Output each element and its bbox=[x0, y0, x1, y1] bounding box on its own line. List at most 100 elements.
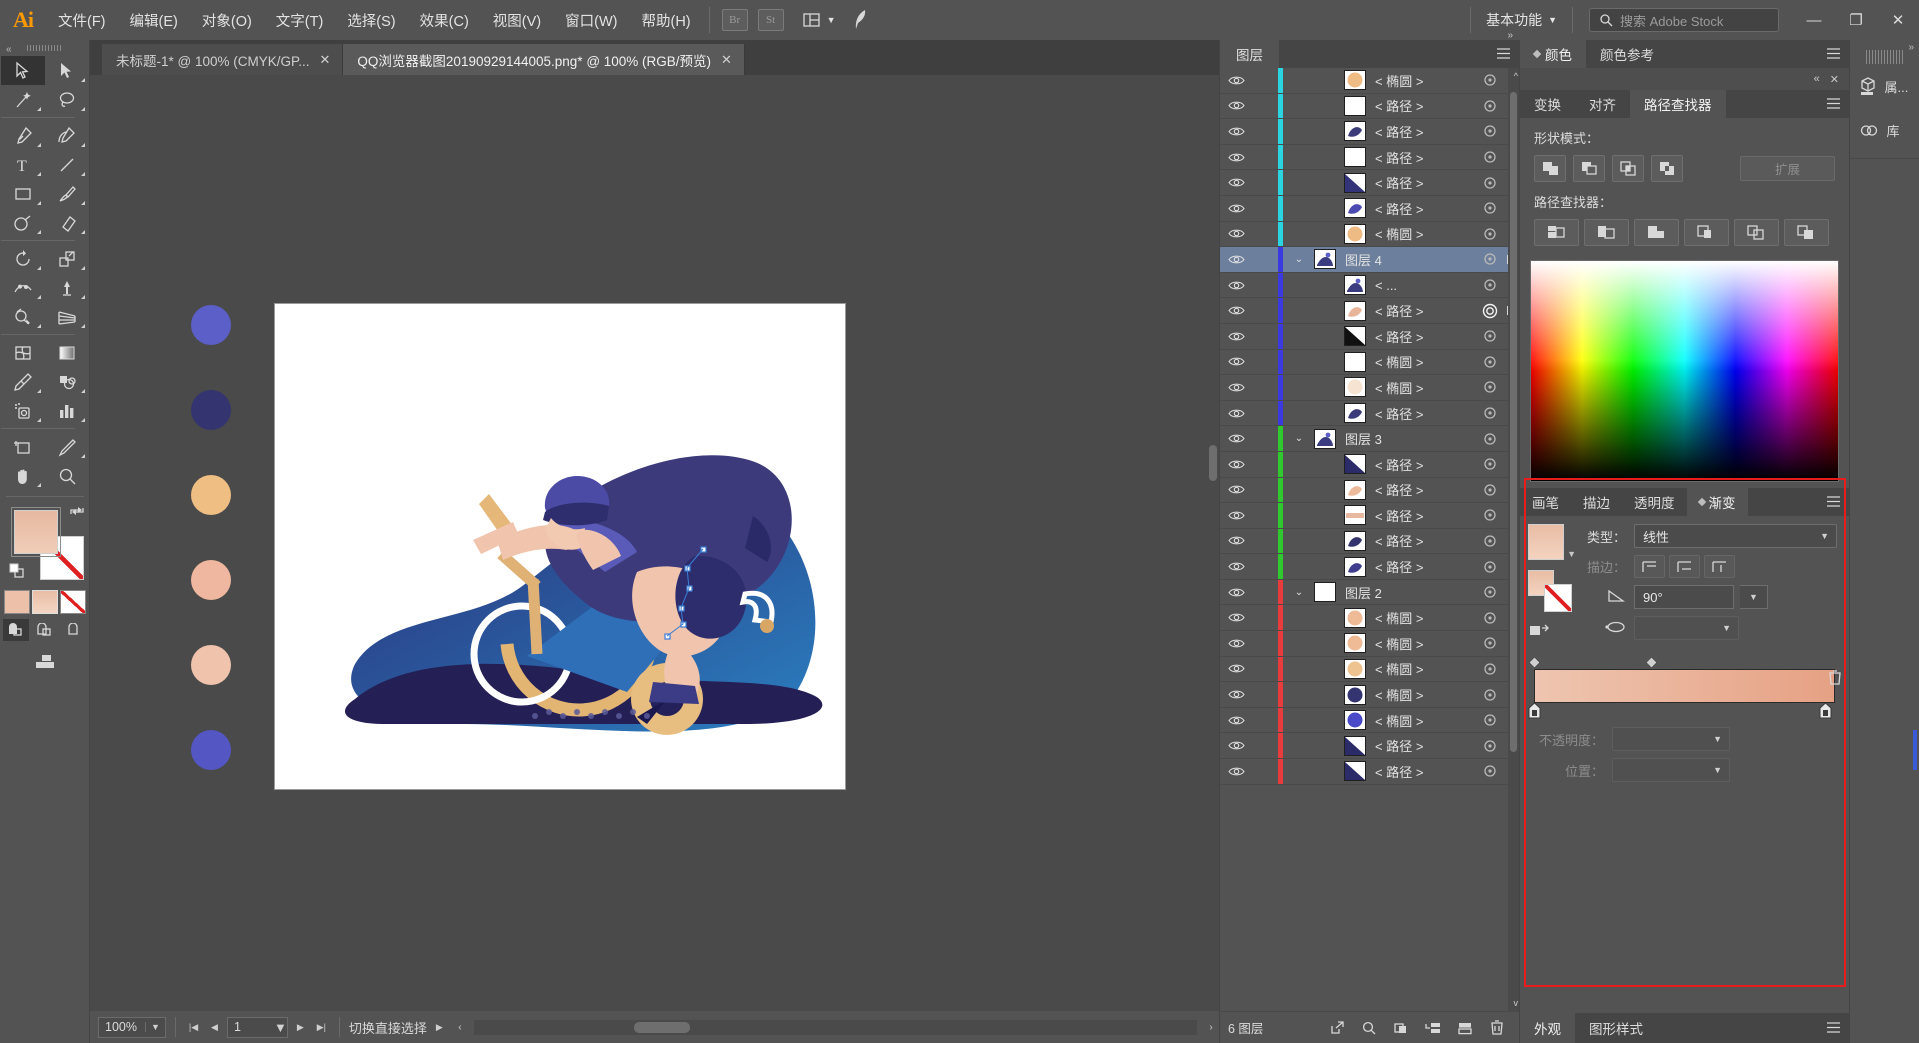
column-graph-tool[interactable] bbox=[45, 396, 89, 425]
direct-selection-tool[interactable] bbox=[45, 56, 89, 85]
layer-row[interactable]: < 路径 > bbox=[1220, 759, 1519, 785]
tab-layers[interactable]: 图层 bbox=[1220, 40, 1279, 68]
icon-dock-expand-icon[interactable]: » bbox=[1908, 42, 1914, 53]
lasso-tool[interactable] bbox=[45, 85, 89, 114]
close-panel-icon[interactable]: ✕ bbox=[1830, 73, 1839, 86]
layer-row[interactable]: < 椭圆 > bbox=[1220, 349, 1519, 376]
layer-row[interactable]: < 路径 > bbox=[1220, 298, 1519, 324]
visibility-toggle-icon[interactable] bbox=[1220, 254, 1252, 265]
visibility-toggle-icon[interactable] bbox=[1220, 305, 1252, 316]
visibility-toggle-icon[interactable] bbox=[1220, 510, 1252, 521]
swatch-circle[interactable] bbox=[191, 475, 231, 515]
layer-expand-arrow[interactable]: ⌄ bbox=[1284, 254, 1314, 265]
zoom-tool[interactable] bbox=[45, 461, 89, 490]
visibility-toggle-icon[interactable] bbox=[1220, 638, 1252, 649]
layer-target-indicator[interactable] bbox=[1477, 252, 1503, 266]
pen-tool[interactable] bbox=[1, 121, 45, 150]
layer-row[interactable]: < 椭圆 > bbox=[1220, 656, 1519, 683]
dock-item-libraries[interactable]: 库 bbox=[1852, 108, 1918, 152]
tab-appearance[interactable]: 外观 bbox=[1520, 1013, 1575, 1043]
gradient-type-select[interactable]: 线性 ▼ bbox=[1634, 524, 1837, 548]
close-icon[interactable]: ✕ bbox=[721, 52, 732, 68]
fill-swatch[interactable] bbox=[10, 507, 61, 557]
layers-list[interactable]: < 椭圆 > < 路径 > < 路径 > < 路径 > < 路径 > < 路径 > < 椭圆… bbox=[1220, 68, 1519, 1011]
menu-file[interactable]: 文件(F) bbox=[46, 0, 118, 40]
stroke-across-button[interactable] bbox=[1704, 555, 1735, 578]
mesh-tool[interactable] bbox=[1, 338, 45, 367]
layer-target-indicator[interactable] bbox=[1477, 176, 1503, 190]
layer-target-indicator[interactable] bbox=[1477, 457, 1503, 471]
layer-row[interactable]: < 椭圆 > bbox=[1220, 375, 1519, 401]
layer-row[interactable]: ⌄ 图层 4 bbox=[1220, 247, 1519, 273]
crop-button[interactable] bbox=[1684, 219, 1729, 246]
visibility-toggle-icon[interactable] bbox=[1220, 715, 1252, 726]
swap-fill-stroke-icon[interactable] bbox=[68, 504, 86, 518]
stock-search-input[interactable]: 搜索 Adobe Stock bbox=[1589, 8, 1779, 32]
visibility-toggle-icon[interactable] bbox=[1220, 612, 1252, 623]
minus-front-button[interactable] bbox=[1573, 155, 1605, 182]
normal-screen-mode[interactable] bbox=[2, 619, 29, 641]
layer-target-indicator[interactable] bbox=[1477, 201, 1503, 215]
dock-item-properties[interactable]: 属... bbox=[1852, 64, 1918, 108]
status-play-button[interactable]: ▶ bbox=[431, 1017, 448, 1038]
intersect-button[interactable] bbox=[1612, 155, 1644, 182]
tab-transparency[interactable]: 透明度 bbox=[1622, 488, 1687, 516]
tab-color[interactable]: 颜色 bbox=[1520, 40, 1586, 68]
layers-search-button[interactable] bbox=[1354, 1015, 1383, 1041]
layer-row[interactable]: < 路径 > bbox=[1220, 144, 1519, 171]
stock-feather-icon[interactable] bbox=[842, 0, 880, 40]
minus-back-button[interactable] bbox=[1784, 219, 1829, 246]
gradient-midpoint[interactable] bbox=[1645, 656, 1658, 669]
line-segment-tool[interactable] bbox=[45, 150, 89, 179]
layer-row[interactable]: < 椭圆 > bbox=[1220, 682, 1519, 708]
create-new-sublayer-button[interactable] bbox=[1418, 1015, 1447, 1041]
scale-tool[interactable] bbox=[45, 244, 89, 273]
visibility-toggle-icon[interactable] bbox=[1220, 587, 1252, 598]
layer-target-indicator[interactable] bbox=[1477, 432, 1503, 446]
fullscreen-with-menu-mode[interactable] bbox=[32, 619, 58, 641]
artboard-number-control[interactable]: 1 ▼ bbox=[227, 1016, 288, 1038]
visibility-toggle-icon[interactable] bbox=[1220, 177, 1252, 188]
toolbar-collapse-icon[interactable]: « bbox=[6, 44, 12, 55]
eraser-tool[interactable] bbox=[45, 208, 89, 237]
toolbar-grip[interactable] bbox=[0, 40, 89, 56]
selection-tool[interactable] bbox=[0, 56, 45, 85]
next-artboard-button[interactable]: ▶ bbox=[292, 1017, 309, 1038]
minimize-button[interactable]: — bbox=[1793, 0, 1835, 40]
layer-target-indicator[interactable] bbox=[1477, 688, 1503, 702]
layer-row[interactable]: < 路径 > bbox=[1220, 119, 1519, 145]
visibility-toggle-icon[interactable] bbox=[1220, 663, 1252, 674]
visibility-toggle-icon[interactable] bbox=[1220, 280, 1252, 291]
layer-target-indicator[interactable] bbox=[1477, 585, 1503, 599]
gradient-panel-menu-icon[interactable] bbox=[1826, 495, 1841, 508]
layer-expand-arrow[interactable]: ⌄ bbox=[1284, 587, 1314, 598]
layer-expand-arrow[interactable]: ⌄ bbox=[1284, 433, 1314, 444]
stock-button[interactable]: St bbox=[757, 9, 784, 31]
gradient-position-select[interactable]: ▼ bbox=[1612, 758, 1730, 782]
zoom-level-control[interactable]: 100% ▼ bbox=[98, 1016, 166, 1038]
layer-target-indicator[interactable] bbox=[1477, 355, 1503, 369]
visibility-toggle-icon[interactable] bbox=[1220, 356, 1252, 367]
collapse-panel-icon[interactable]: « bbox=[1814, 73, 1820, 85]
gradient-stop-start[interactable] bbox=[1528, 703, 1541, 719]
menu-view[interactable]: 视图(V) bbox=[481, 0, 553, 40]
layer-target-indicator[interactable] bbox=[1477, 99, 1503, 113]
delete-layer-button[interactable] bbox=[1482, 1015, 1511, 1041]
layer-target-indicator[interactable] bbox=[1477, 380, 1503, 394]
arrange-documents-button[interactable]: ▼ bbox=[796, 0, 842, 40]
gradient-opacity-select[interactable]: ▼ bbox=[1612, 727, 1730, 751]
tab-stroke[interactable]: 描边 bbox=[1571, 488, 1622, 516]
panel-expand-icon[interactable]: » bbox=[1507, 30, 1513, 41]
layer-target-indicator[interactable] bbox=[1477, 406, 1503, 420]
eyedropper-tool[interactable] bbox=[1, 367, 45, 396]
layer-target-indicator[interactable] bbox=[1477, 534, 1503, 548]
tab-color-guide[interactable]: 颜色参考 bbox=[1586, 40, 1668, 68]
layer-target-indicator[interactable] bbox=[1477, 560, 1503, 574]
restore-button[interactable]: ❐ bbox=[1835, 0, 1877, 40]
visibility-toggle-icon[interactable] bbox=[1220, 689, 1252, 700]
menu-edit[interactable]: 编辑(E) bbox=[118, 0, 190, 40]
shape-builder-tool[interactable] bbox=[1, 302, 45, 331]
layers-vertical-scrollbar[interactable]: ^ v bbox=[1508, 68, 1519, 1011]
visibility-toggle-icon[interactable] bbox=[1220, 228, 1252, 239]
menu-object[interactable]: 对象(O) bbox=[190, 0, 264, 40]
